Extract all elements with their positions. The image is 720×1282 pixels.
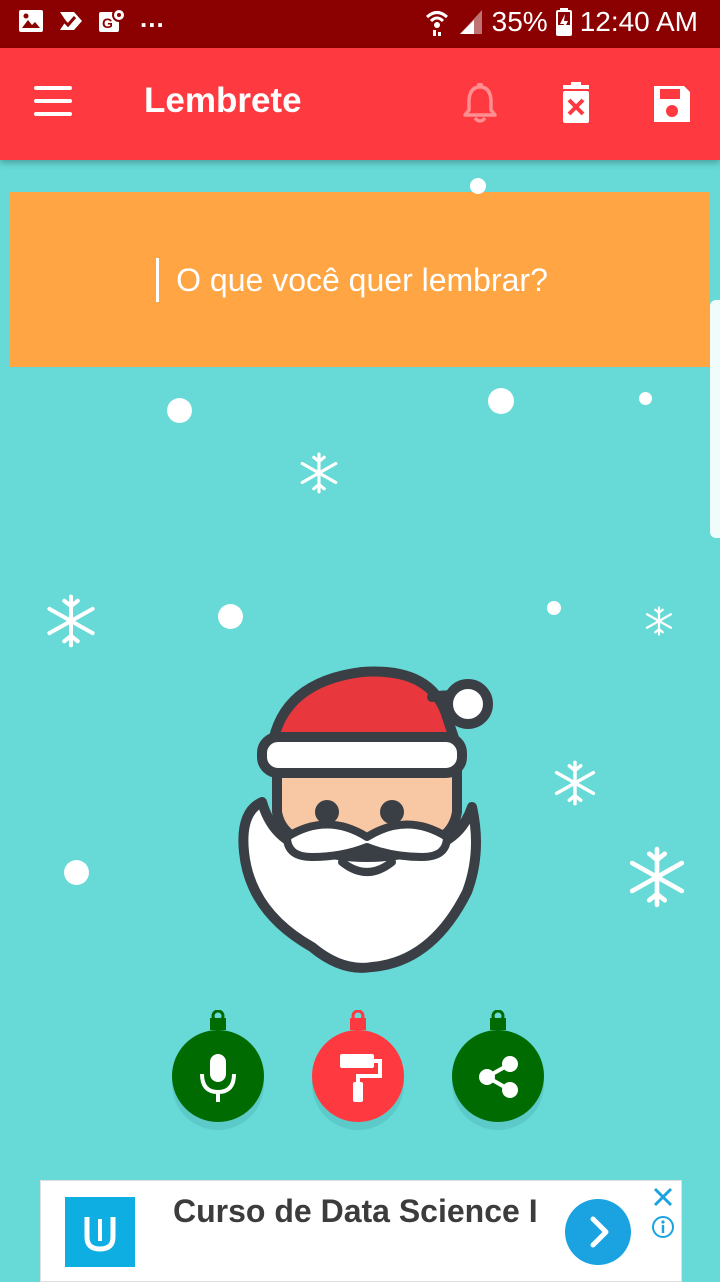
text-cursor [156,258,159,302]
wifi-icon [425,11,448,36]
chevron-right-icon [590,1216,609,1248]
color-button[interactable] [310,1010,406,1130]
snowflake-icon [554,760,596,806]
snow-dot [64,860,89,885]
snow-dot [470,178,486,194]
svg-text:G: G [102,15,113,31]
udacity-logo [65,1197,135,1267]
reminder-input[interactable] [10,192,714,369]
snowflake-icon [47,594,95,648]
signal-icon [459,10,482,34]
ad-banner[interactable]: Curso de Data Science I [40,1180,682,1282]
snow-dot [488,388,514,414]
snow-dot [167,398,192,423]
app-bar: Lembrete [0,48,720,160]
status-bar: G ... 35% 12:40 AM [0,0,720,48]
battery-percent: 35% [491,6,548,37]
battery-icon [555,8,572,36]
close-icon[interactable] [651,1185,675,1209]
image-notification-icon [19,10,43,32]
snow-dot [639,392,652,405]
reminder-card [10,192,714,369]
maps-notification-icon: G [99,8,126,32]
menu-icon[interactable] [34,86,78,122]
app-title: Lembrete [144,81,302,120]
snowflake-icon [645,606,673,636]
snow-dot [547,601,561,615]
ad-open-button[interactable] [565,1199,631,1265]
task-notification-icon [60,12,82,30]
snowflake-icon [629,846,685,908]
ad-title: Curso de Data Science I [173,1193,538,1229]
delete-icon[interactable] [552,80,600,128]
save-icon[interactable] [648,80,696,128]
bell-icon[interactable] [456,80,504,128]
more-notifications: ... [140,2,165,33]
microphone-button[interactable] [170,1010,266,1130]
snowflake-icon [300,452,338,494]
snow-dot [218,604,243,629]
share-button[interactable] [450,1010,546,1130]
clock: 12:40 AM [579,6,698,37]
santa-illustration [238,666,493,973]
info-icon[interactable] [651,1215,675,1239]
edge-panel-handle[interactable] [710,300,720,538]
